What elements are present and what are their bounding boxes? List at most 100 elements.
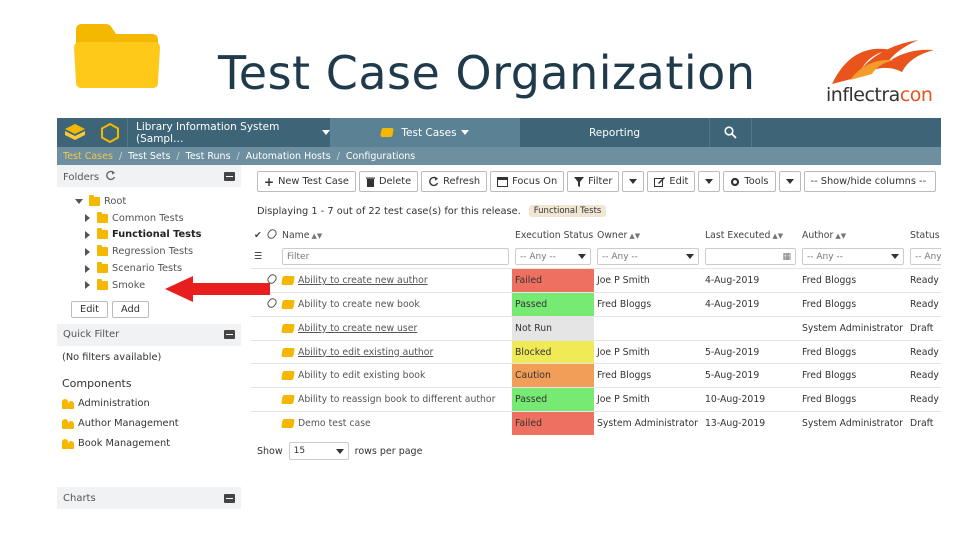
test-case-icon: [281, 395, 295, 405]
filter-button[interactable]: Filter: [567, 171, 620, 192]
status-filter[interactable]: -- Any: [910, 248, 941, 266]
column-header-author[interactable]: Author ▲▼: [799, 225, 907, 245]
edit-dropdown-button[interactable]: [698, 171, 721, 192]
folder-tag: Functional Tests: [528, 205, 607, 217]
filter-row: ☰ Filter -- Any -- -- Any -- ▦ -- Any --…: [251, 245, 941, 269]
slide: Test Case Organization inflectracon Libr…: [0, 0, 960, 540]
show-hide-columns-select[interactable]: -- Show/hide columns --: [803, 171, 936, 192]
collapse-folders-button[interactable]: [224, 171, 235, 181]
project-selector[interactable]: Library Information System (Sampl…: [127, 118, 330, 147]
component-book-management[interactable]: Book Management: [57, 434, 241, 454]
tab-test-cases[interactable]: Test Cases: [330, 118, 520, 147]
table-row[interactable]: Ability to create new book Passed Fred Blo…: [251, 292, 941, 317]
table-row[interactable]: Ability to edit existing author Blocked Jo…: [251, 339, 941, 364]
owner-cell: Joe P Smith: [594, 268, 702, 293]
table-row[interactable]: Ability to create new author Failed Joe P …: [251, 268, 941, 293]
table-row[interactable]: Ability to create new user Not Run System …: [251, 315, 941, 341]
delete-button[interactable]: Delete: [358, 171, 419, 192]
last-executed-cell: 4-Aug-2019: [702, 292, 799, 317]
execution-status-filter[interactable]: -- Any --: [515, 248, 591, 266]
tree-item-root[interactable]: Root: [75, 193, 241, 210]
test-case-icon: [281, 323, 295, 333]
subnav-configurations[interactable]: Configurations: [346, 151, 415, 162]
tree-item-scenario-tests[interactable]: Scenario Tests: [75, 260, 241, 277]
select-all-checkbox[interactable]: ✔: [251, 225, 265, 245]
row-checkbox[interactable]: [251, 411, 265, 436]
column-header-status[interactable]: Status: [907, 225, 941, 245]
execution-status-cell: Failed: [512, 268, 594, 293]
refresh-button[interactable]: Refresh: [421, 171, 488, 192]
column-header-name[interactable]: Name ▲▼: [279, 225, 512, 245]
edit-folder-button[interactable]: Edit: [71, 300, 108, 318]
component-icon: [62, 418, 74, 429]
tools-button[interactable]: Tools: [723, 171, 776, 192]
test-case-name[interactable]: Ability to edit existing book: [298, 370, 425, 381]
row-checkbox[interactable]: [251, 387, 265, 412]
folder-icon: [97, 228, 108, 240]
tab-reporting[interactable]: Reporting: [520, 118, 710, 147]
component-administration[interactable]: Administration: [57, 394, 241, 414]
author-cell: System Administrator: [799, 315, 907, 341]
workspace-hexagon-icon[interactable]: [93, 118, 127, 147]
tools-dropdown-button[interactable]: [778, 171, 801, 192]
test-case-icon: [380, 128, 395, 137]
status-cell: Ready f: [907, 268, 941, 293]
table-row[interactable]: Demo test case Failed System Administrator…: [251, 411, 941, 436]
test-case-name[interactable]: Ability to create new author: [298, 275, 428, 286]
filter-dropdown-button[interactable]: [622, 171, 645, 192]
collapse-charts-button[interactable]: [224, 493, 235, 503]
folder-icon: [89, 194, 100, 206]
test-case-name[interactable]: Ability to edit existing author: [298, 347, 433, 358]
tree-item-regression-tests[interactable]: Regression Tests: [75, 243, 241, 260]
row-checkbox[interactable]: [251, 339, 265, 364]
edit-icon: [654, 176, 666, 187]
subnav-test-sets[interactable]: Test Sets: [128, 151, 170, 162]
status-cell: Draft: [907, 411, 941, 436]
tree-item-functional-tests[interactable]: Functional Tests: [75, 227, 241, 244]
search-icon[interactable]: [710, 118, 752, 147]
rows-per-page-select[interactable]: 15: [288, 442, 349, 460]
execution-status-cell: Passed: [512, 387, 594, 412]
owner-filter[interactable]: -- Any --: [597, 248, 699, 266]
new-test-case-button[interactable]: + New Test Case: [257, 171, 356, 192]
subnav-automation-hosts[interactable]: Automation Hosts: [246, 151, 331, 162]
table-row[interactable]: Ability to edit existing book Caution Fred…: [251, 363, 941, 388]
status-cell: Ready f: [907, 363, 941, 388]
test-case-name[interactable]: Demo test case: [298, 418, 371, 429]
owner-cell: Joe P Smith: [594, 339, 702, 364]
status-cell: Ready f: [907, 292, 941, 317]
test-case-name[interactable]: Ability to create new user: [298, 323, 417, 334]
gear-icon: [731, 177, 740, 186]
owner-cell: System Administrator: [594, 411, 702, 436]
row-checkbox[interactable]: [251, 315, 265, 341]
column-header-execution-status[interactable]: Execution Status: [512, 225, 594, 245]
subnav-test-cases[interactable]: Test Cases: [63, 151, 113, 162]
focus-on-button[interactable]: Focus On: [490, 171, 565, 192]
author-filter[interactable]: -- Any --: [802, 248, 904, 266]
tree-item-common-tests[interactable]: Common Tests: [75, 210, 241, 227]
collapse-quick-filter-button[interactable]: [224, 330, 235, 340]
add-folder-button[interactable]: Add: [111, 300, 149, 318]
last-executed-cell: [702, 315, 799, 341]
refresh-icon[interactable]: [105, 170, 116, 181]
brand-text: inflectracon: [826, 84, 933, 106]
test-case-name[interactable]: Ability to create new book: [298, 299, 420, 310]
component-author-management[interactable]: Author Management: [57, 414, 241, 434]
table-row[interactable]: Ability to reassign book to different au…: [251, 387, 941, 412]
test-case-icon: [281, 347, 295, 357]
execution-status-cell: Not Run: [512, 315, 594, 341]
filter-menu-icon[interactable]: ☰: [251, 245, 265, 269]
test-case-icon: [281, 299, 295, 309]
column-header-owner[interactable]: Owner ▲▼: [594, 225, 702, 245]
test-case-name[interactable]: Ability to reassign book to different au…: [298, 394, 495, 405]
subnav-test-runs[interactable]: Test Runs: [186, 151, 231, 162]
edit-button[interactable]: Edit: [647, 171, 696, 192]
last-executed-cell: 4-Aug-2019: [702, 268, 799, 293]
calendar-icon: ▦: [782, 251, 791, 262]
last-executed-cell: 10-Aug-2019: [702, 387, 799, 412]
home-cube-icon[interactable]: [57, 118, 93, 147]
last-executed-filter[interactable]: ▦: [705, 248, 796, 266]
row-checkbox[interactable]: [251, 363, 265, 388]
name-filter-input[interactable]: Filter: [282, 248, 509, 266]
column-header-last-executed[interactable]: Last Executed ▲▼: [702, 225, 799, 245]
